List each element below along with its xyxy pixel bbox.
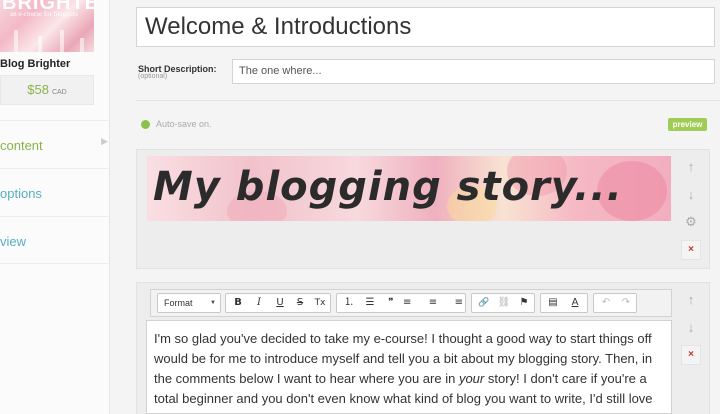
- banner-title: My blogging story...: [153, 164, 623, 210]
- delete-block-icon[interactable]: ×: [681, 240, 701, 260]
- course-thumbnail[interactable]: BRIGHTER an e-course for bloggers: [0, 0, 94, 52]
- thumb-decoration: [60, 30, 64, 52]
- move-down-icon[interactable]: ↓: [681, 185, 701, 205]
- banner-image[interactable]: My blogging story...: [147, 156, 671, 221]
- ordered-list-icon[interactable]: ⒈: [339, 294, 359, 312]
- align-center-icon[interactable]: ≡: [423, 294, 443, 312]
- toolbar-group-lists-align: ⒈ ☰ ❞ ≡ ≡ ≡: [336, 293, 466, 313]
- preview-button[interactable]: preview: [668, 118, 707, 131]
- chevron-right-icon: ▶: [101, 136, 108, 146]
- editor-text-emphasis: your: [458, 371, 485, 386]
- divider: [136, 100, 720, 101]
- sidebar-item-view[interactable]: view: [0, 216, 110, 264]
- horizontal-rule-icon[interactable]: ▤: [543, 294, 563, 312]
- autosave-status-icon: [141, 120, 150, 129]
- clear-format-button[interactable]: Tx: [310, 294, 330, 312]
- move-up-icon[interactable]: ↑: [681, 157, 701, 177]
- course-sidebar: BRIGHTER an e-course for bloggers Blog B…: [0, 0, 110, 414]
- move-up-icon[interactable]: ↑: [681, 290, 701, 310]
- sidebar-item-label: view: [0, 234, 27, 249]
- short-description-optional: (optional): [138, 73, 168, 80]
- unlink-icon[interactable]: ⛓: [494, 294, 514, 312]
- autosave-status-text: Auto-save on.: [156, 119, 212, 129]
- editor-toolbar: Format ▼ B I U S Tx ⒈ ☰ ❞ ≡ ≡ ≡ 🔗 ⛓ ⚑ ▤ …: [150, 289, 672, 317]
- toolbar-group-insert: ▤ A: [540, 293, 588, 313]
- toolbar-group-text-style: B I U S Tx: [225, 293, 331, 313]
- italic-button[interactable]: I: [249, 294, 269, 312]
- redo-icon[interactable]: ↷: [616, 294, 636, 312]
- lesson-title-input[interactable]: Welcome & Introductions: [136, 7, 715, 47]
- format-select[interactable]: Format ▼: [157, 293, 221, 313]
- format-select-label: Format: [164, 298, 193, 308]
- thumb-decoration: [38, 36, 42, 52]
- course-currency: CAD: [51, 89, 67, 96]
- course-name: Blog Brighter: [0, 58, 71, 70]
- toolbar-group-history: ↶ ↷: [593, 293, 637, 313]
- image-content-block: My blogging story...: [136, 149, 710, 269]
- text-color-button[interactable]: A: [563, 294, 587, 312]
- sidebar-item-content[interactable]: content ▶: [0, 120, 110, 168]
- move-down-icon[interactable]: ↓: [681, 318, 701, 338]
- course-price-box: $58 CAD: [0, 75, 94, 105]
- strikethrough-button[interactable]: S: [290, 294, 310, 312]
- blockquote-icon[interactable]: ❞: [381, 294, 401, 312]
- bold-button[interactable]: B: [228, 294, 248, 312]
- course-brand-subtitle: an e-course for bloggers: [10, 10, 78, 18]
- course-lesson-editor: BRIGHTER an e-course for bloggers Blog B…: [0, 0, 720, 414]
- toolbar-group-links: 🔗 ⛓ ⚑: [471, 293, 535, 313]
- underline-button[interactable]: U: [270, 294, 290, 312]
- flag-icon[interactable]: ⚑: [514, 294, 534, 312]
- gear-icon[interactable]: ⚙: [681, 212, 701, 232]
- align-right-icon[interactable]: ≡: [443, 294, 463, 312]
- link-icon[interactable]: 🔗: [474, 294, 494, 312]
- sidebar-item-label: content: [0, 138, 43, 153]
- sidebar-item-options[interactable]: options: [0, 168, 110, 216]
- lesson-body-editor[interactable]: I'm so glad you've decided to take my e-…: [146, 320, 672, 414]
- sidebar-item-label: options: [0, 186, 42, 201]
- course-price: $58: [27, 82, 49, 97]
- bullet-list-icon[interactable]: ☰: [360, 294, 380, 312]
- align-left-icon[interactable]: ≡: [403, 294, 423, 312]
- thumb-decoration: [14, 30, 18, 52]
- thumb-decoration: [80, 38, 84, 52]
- short-description-input[interactable]: The one where...: [232, 59, 715, 84]
- chevron-down-icon: ▼: [210, 300, 216, 306]
- delete-block-icon[interactable]: ×: [681, 345, 701, 365]
- undo-icon[interactable]: ↶: [596, 294, 616, 312]
